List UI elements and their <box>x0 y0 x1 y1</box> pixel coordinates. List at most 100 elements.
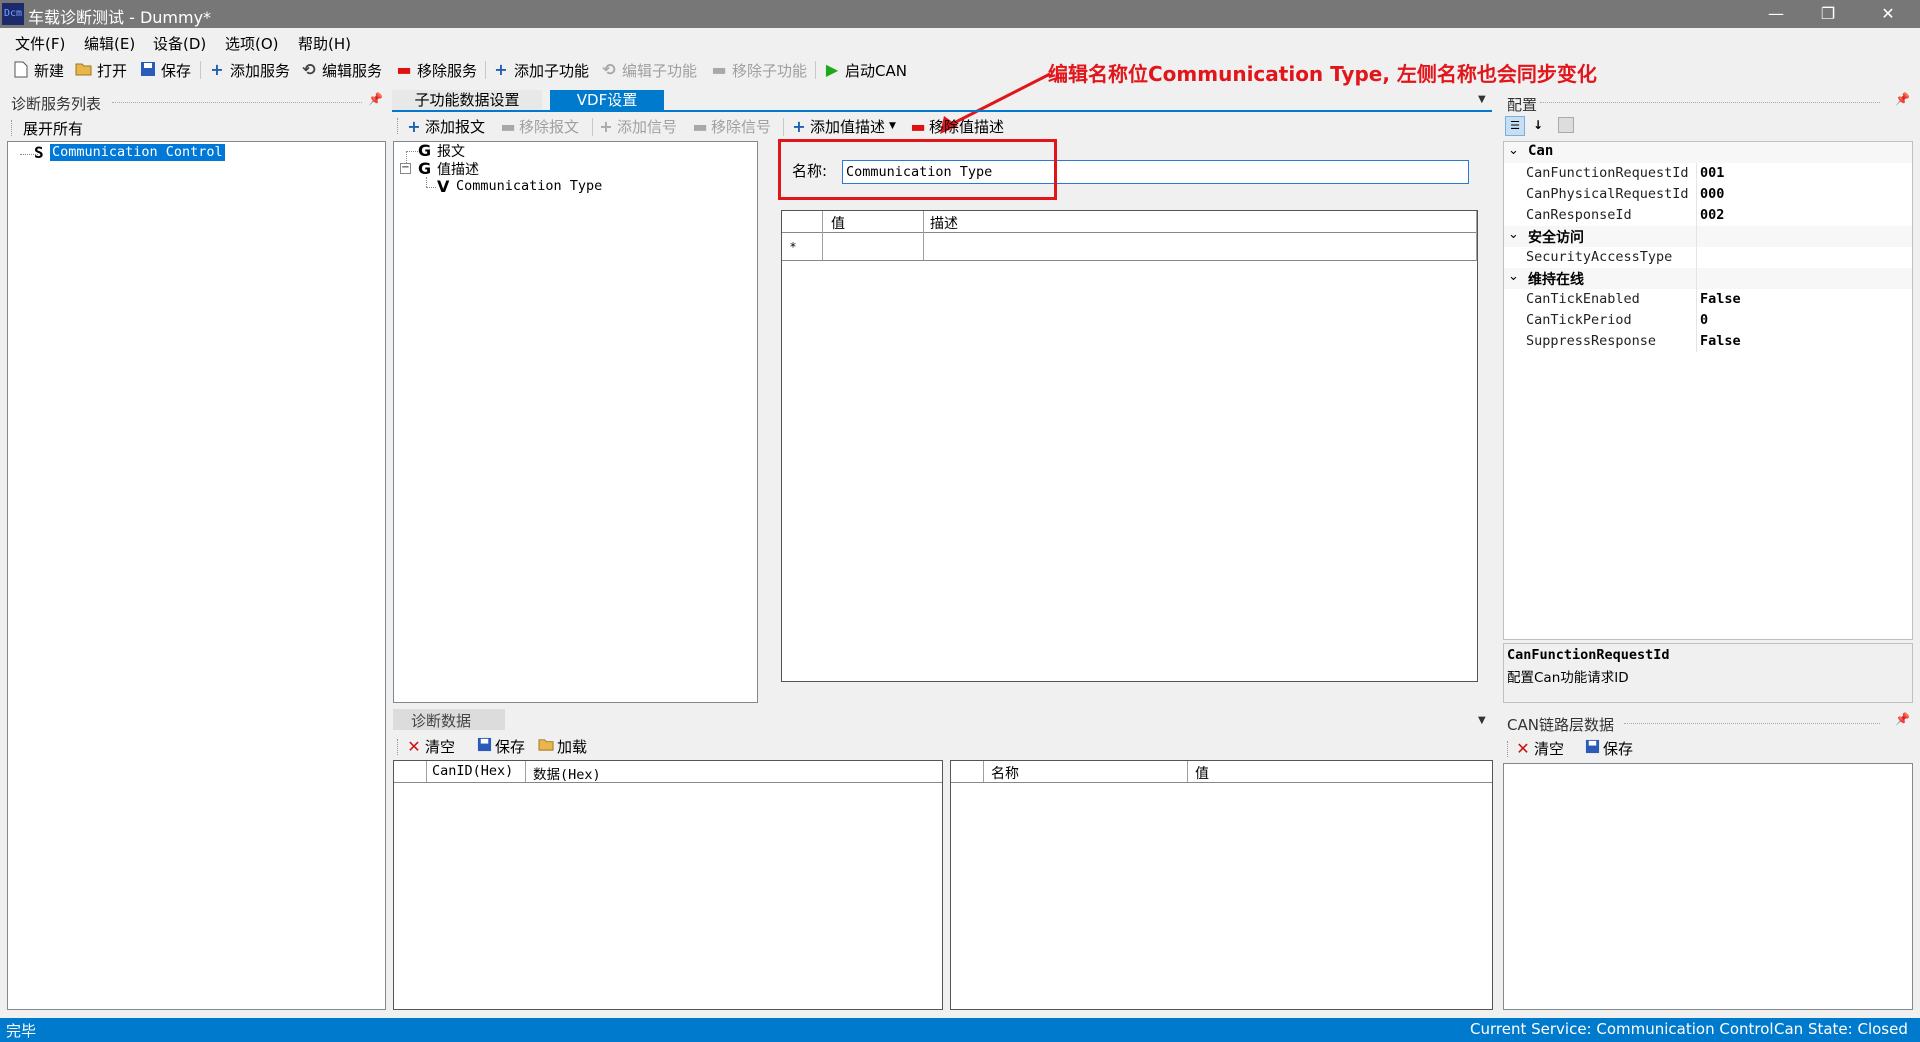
collapse-toggle[interactable]: − <box>400 163 411 174</box>
chevron-down-icon: ⌄ <box>1508 227 1519 242</box>
menu-help[interactable]: 帮助(H) <box>298 33 351 54</box>
diag-tab[interactable]: 诊断数据 <box>393 709 505 730</box>
diag-dropdown-icon[interactable]: ▼ <box>1478 715 1486 726</box>
minus-icon: ▬ <box>692 116 708 136</box>
diag-parsed-grid: 名称 值 <box>950 760 1493 1010</box>
add-subfunction-button[interactable]: + 添加子功能 <box>492 59 589 81</box>
can-save-button[interactable]: 保存 <box>1584 738 1633 758</box>
plus-icon: + <box>792 116 806 136</box>
add-value-desc-button[interactable]: + 添加值描述 ▼ <box>791 116 896 136</box>
diag-clear-button[interactable]: ✕ 清空 <box>406 736 455 756</box>
menu-bar: 文件(F) 编辑(E) 设备(D) 选项(O) 帮助(H) <box>0 28 1920 55</box>
toolbar-grip <box>11 120 12 136</box>
open-button[interactable]: 打开 <box>75 59 127 81</box>
service-tree-item[interactable]: Communication Control <box>50 144 225 161</box>
can-clear-button[interactable]: ✕ 清空 <box>1515 738 1564 758</box>
grid-col-border <box>983 761 984 782</box>
refresh-icon: ⟲ <box>302 60 316 79</box>
chevron-down-icon: ⌄ <box>1508 269 1519 284</box>
dropdown-arrow-icon: ▼ <box>889 121 896 131</box>
x-icon: ✕ <box>407 736 421 756</box>
pin-icon[interactable]: 📌 <box>1895 712 1910 726</box>
save-button[interactable]: 保存 <box>139 59 191 81</box>
diag-save-button[interactable]: 保存 <box>476 736 525 756</box>
can-state-status: Can State: Closed <box>1774 1020 1908 1038</box>
menu-edit[interactable]: 编辑(E) <box>84 33 135 54</box>
prop-row[interactable]: CanFunctionRequestId 001 <box>1504 163 1912 184</box>
toolbar-grip <box>397 739 398 755</box>
grid-col-border <box>1476 211 1477 261</box>
prop-row[interactable]: SuppressResponse False <box>1504 331 1912 352</box>
col-header-name[interactable]: 名称 <box>991 763 1019 783</box>
remove-subfunction-button[interactable]: ▬ 移除子功能 <box>710 59 807 81</box>
prop-row[interactable]: CanTickEnabled False <box>1504 289 1912 310</box>
toolbar-separator <box>815 61 816 79</box>
tree-item-communication-type[interactable]: Communication Type <box>456 178 602 194</box>
categorized-view-icon[interactable]: ☰ <box>1505 116 1525 136</box>
tree-line <box>426 187 436 188</box>
expand-all-button[interactable]: 展开所有 <box>23 118 83 139</box>
service-node-icon: S <box>34 143 44 162</box>
prop-category-can[interactable]: ⌄ Can <box>1504 142 1912 163</box>
save-icon <box>476 737 492 756</box>
grid-col-border <box>426 761 427 782</box>
plus-icon: + <box>210 60 224 79</box>
status-bar: 完毕 Current Service: Communication Contro… <box>0 1018 1920 1042</box>
new-row-value-cell[interactable] <box>823 233 923 260</box>
start-can-button[interactable]: ▶ 启动CAN <box>823 59 907 81</box>
close-button[interactable]: ✕ <box>1860 0 1916 28</box>
tree-line <box>426 177 427 187</box>
col-header-value[interactable]: 值 <box>831 213 845 233</box>
new-row-desc-cell[interactable] <box>924 233 1476 260</box>
minus-icon: ▬ <box>711 60 727 79</box>
sort-alpha-icon[interactable]: ↓ <box>1528 116 1548 136</box>
remove-service-button[interactable]: ▬ 移除服务 <box>395 59 477 81</box>
remove-message-button[interactable]: ▬ 移除报文 <box>500 116 579 136</box>
toolbar-separator <box>485 61 486 79</box>
tab-vdf-settings[interactable]: VDF设置 <box>550 90 664 110</box>
grid-col-border <box>1187 761 1188 782</box>
add-message-button[interactable]: + 添加报文 <box>406 116 485 136</box>
pin-icon[interactable]: 📌 <box>368 92 383 106</box>
prop-row[interactable]: CanPhysicalRequestId 000 <box>1504 184 1912 205</box>
edit-subfunction-button[interactable]: ⟲ 编辑子功能 <box>600 59 697 81</box>
menu-device[interactable]: 设备(D) <box>153 33 206 54</box>
can-panel-title: CAN链路层数据 <box>1507 716 1614 734</box>
col-header-canid[interactable]: CanID(Hex) <box>432 763 513 779</box>
add-service-button[interactable]: + 添加服务 <box>208 59 290 81</box>
new-button[interactable]: 新建 <box>12 59 64 81</box>
panel-grip <box>112 102 362 103</box>
remove-signal-button[interactable]: ▬ 移除信号 <box>692 116 771 136</box>
col-header-desc[interactable]: 描述 <box>930 213 958 233</box>
minimize-button[interactable]: — <box>1748 0 1804 28</box>
tab-subfunction-data[interactable]: 子功能数据设置 <box>392 90 542 110</box>
add-signal-button[interactable]: + 添加信号 <box>598 116 677 136</box>
menu-options[interactable]: 选项(O) <box>225 33 279 54</box>
current-service-status: Current Service: Communication Control <box>1470 1020 1774 1038</box>
prop-category-keep-alive[interactable]: ⌄ 维持在线 <box>1504 268 1912 289</box>
minus-icon: ▬ <box>396 60 412 79</box>
prop-row[interactable]: CanTickPeriod 0 <box>1504 310 1912 331</box>
menu-file[interactable]: 文件(F) <box>15 33 65 54</box>
pin-icon[interactable]: 📌 <box>1895 92 1910 106</box>
tree-item-message[interactable]: 报文 <box>437 141 465 161</box>
col-header-data[interactable]: 数据(Hex) <box>533 763 601 783</box>
value-icon: V <box>437 177 450 196</box>
help-title: CanFunctionRequestId <box>1507 647 1670 663</box>
config-panel-title: 配置 <box>1507 96 1538 114</box>
panel-grip <box>1624 723 1880 724</box>
grid-col-border <box>525 761 526 782</box>
remove-value-desc-button[interactable]: ▬ 移除值描述 <box>910 116 1004 136</box>
diag-load-button[interactable]: 加载 <box>538 736 587 756</box>
prop-grid-divider <box>1696 163 1697 352</box>
prop-category-security[interactable]: ⌄ 安全访问 <box>1504 226 1912 247</box>
prop-row[interactable]: CanResponseId 002 <box>1504 205 1912 226</box>
service-list-title: 诊断服务列表 <box>11 95 102 113</box>
prop-row[interactable]: SecurityAccessType <box>1504 247 1912 268</box>
edit-service-button[interactable]: ⟲ 编辑服务 <box>300 59 382 81</box>
tab-dropdown-icon[interactable]: ▼ <box>1478 94 1486 105</box>
property-pages-icon[interactable] <box>1558 117 1574 133</box>
col-header-value[interactable]: 值 <box>1195 763 1209 783</box>
restore-button[interactable]: ❐ <box>1800 0 1856 28</box>
tree-item-value-desc[interactable]: 值描述 <box>437 159 479 179</box>
